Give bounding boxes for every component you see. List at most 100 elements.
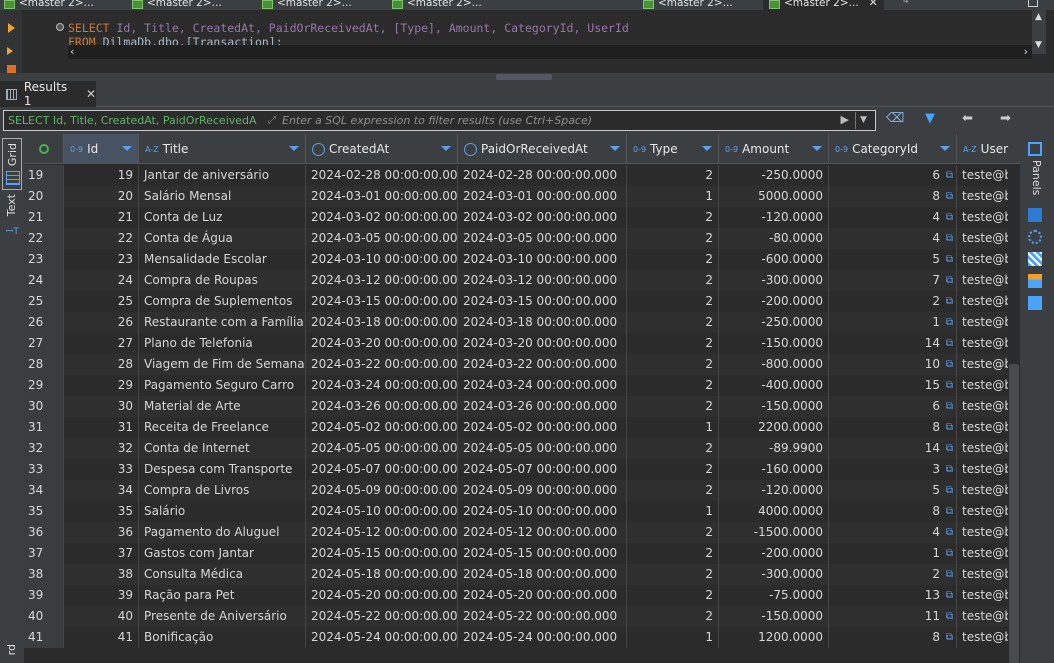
- cell-title[interactable]: Pagamento Seguro Carro: [139, 375, 306, 396]
- cell-amount[interactable]: -300.0000: [719, 564, 829, 585]
- sql-editor[interactable]: SELECT Id, Title, CreatedAt, PaidOrRecei…: [0, 10, 1054, 73]
- sort-icon[interactable]: [940, 146, 950, 151]
- cell-cat[interactable]: 8 ⧉: [829, 627, 957, 648]
- cell-amount[interactable]: -300.0000: [719, 270, 829, 291]
- cell-cat[interactable]: 5 ⧉: [829, 249, 957, 270]
- cell-title[interactable]: Despesa com Transporte: [139, 459, 306, 480]
- cell-created[interactable]: 2024-05-12 00:00:00.000: [306, 522, 458, 543]
- table-row[interactable]: 32 32 Conta de Internet 2024-05-05 00:00:00…: [24, 438, 1020, 459]
- open-reference-icon[interactable]: ⧉: [946, 375, 953, 396]
- column-header-user[interactable]: A-Z User: [957, 134, 1020, 164]
- cell-rn[interactable]: 31: [24, 417, 64, 438]
- cell-id[interactable]: 29: [64, 375, 139, 396]
- cell-cat[interactable]: 4 ⧉: [829, 228, 957, 249]
- cell-paid[interactable]: 2024-03-26 00:00:00.000: [458, 396, 627, 417]
- cell-id[interactable]: 39: [64, 585, 139, 606]
- cell-created[interactable]: 2024-05-02 00:00:00.000: [306, 417, 458, 438]
- sort-icon[interactable]: [610, 146, 620, 151]
- cell-rn[interactable]: 37: [24, 543, 64, 564]
- cell-type[interactable]: 2: [627, 249, 719, 270]
- table-row[interactable]: 22 22 Conta de Água 2024-03-05 00:00:00.000…: [24, 228, 1020, 249]
- open-reference-icon[interactable]: ⧉: [946, 417, 953, 438]
- cell-created[interactable]: 2024-03-20 00:00:00.000: [306, 333, 458, 354]
- cell-id[interactable]: 38: [64, 564, 139, 585]
- cell-title[interactable]: Compra de Roupas: [139, 270, 306, 291]
- cell-type[interactable]: 2: [627, 396, 719, 417]
- cell-created[interactable]: 2024-02-28 00:00:00.000: [306, 165, 458, 186]
- cell-created[interactable]: 2024-05-24 00:00:00.000: [306, 627, 458, 648]
- column-header-createdat[interactable]: CreatedAt: [306, 134, 458, 164]
- cell-amount[interactable]: -1500.0000: [719, 522, 829, 543]
- cell-paid[interactable]: 2024-05-15 00:00:00.000: [458, 543, 627, 564]
- cell-amount[interactable]: -600.0000: [719, 249, 829, 270]
- cell-cat[interactable]: 6 ⧉: [829, 165, 957, 186]
- column-header-amount[interactable]: 0-9 Amount: [719, 134, 829, 164]
- cell-rn[interactable]: 36: [24, 522, 64, 543]
- sort-icon[interactable]: [441, 146, 451, 151]
- cell-created[interactable]: 2024-05-22 00:00:00.000: [306, 606, 458, 627]
- cell-rn[interactable]: 41: [24, 627, 64, 648]
- open-reference-icon[interactable]: ⧉: [946, 564, 953, 585]
- cell-id[interactable]: 24: [64, 270, 139, 291]
- open-reference-icon[interactable]: ⧉: [946, 354, 953, 375]
- open-reference-icon[interactable]: ⧉: [946, 438, 953, 459]
- cell-paid[interactable]: 2024-05-02 00:00:00.000: [458, 417, 627, 438]
- open-reference-icon[interactable]: ⧉: [946, 627, 953, 648]
- cell-paid[interactable]: 2024-05-10 00:00:00.000: [458, 501, 627, 522]
- open-reference-icon[interactable]: ⧉: [946, 249, 953, 270]
- cell-title[interactable]: Gastos com Jantar: [139, 543, 306, 564]
- record-label[interactable]: rd: [5, 644, 18, 655]
- open-reference-icon[interactable]: ⧉: [946, 522, 953, 543]
- open-reference-icon[interactable]: ⧉: [946, 165, 953, 186]
- cell-id[interactable]: 27: [64, 333, 139, 354]
- open-reference-icon[interactable]: ⧉: [946, 228, 953, 249]
- cell-created[interactable]: 2024-03-26 00:00:00.000: [306, 396, 458, 417]
- cell-paid[interactable]: 2024-03-12 00:00:00.000: [458, 270, 627, 291]
- cell-cat[interactable]: 4 ⧉: [829, 207, 957, 228]
- maximize-icon[interactable]: [1028, 0, 1038, 7]
- cell-id[interactable]: 36: [64, 522, 139, 543]
- table-row[interactable]: 40 40 Presente de Aniversário 2024-05-22 00…: [24, 606, 1020, 627]
- cell-id[interactable]: 22: [64, 228, 139, 249]
- filter-input[interactable]: SELECT Id, Title, CreatedAt, PaidOrRecei…: [3, 110, 876, 131]
- cell-type[interactable]: 2: [627, 165, 719, 186]
- cell-title[interactable]: Conta de Internet: [139, 438, 306, 459]
- column-header-id[interactable]: 0-9 Id: [64, 134, 139, 164]
- cell-title[interactable]: Ração para Pet: [139, 585, 306, 606]
- table-row[interactable]: 35 35 Salário 2024-05-10 00:00:00.000 2024-0…: [24, 501, 1020, 522]
- cell-id[interactable]: 21: [64, 207, 139, 228]
- open-reference-icon[interactable]: ⧉: [946, 480, 953, 501]
- cell-rn[interactable]: 25: [24, 291, 64, 312]
- cell-type[interactable]: 2: [627, 375, 719, 396]
- cell-rn[interactable]: 20: [24, 186, 64, 207]
- cell-rn[interactable]: 35: [24, 501, 64, 522]
- calculator-icon[interactable]: [1028, 274, 1042, 288]
- cell-type[interactable]: 2: [627, 522, 719, 543]
- table-row[interactable]: 28 28 Viagem de Fim de Semana 2024-03-22 00…: [24, 354, 1020, 375]
- cell-rn[interactable]: 30: [24, 396, 64, 417]
- cell-amount[interactable]: -80.0000: [719, 228, 829, 249]
- cell-id[interactable]: 20: [64, 186, 139, 207]
- cell-id[interactable]: 40: [64, 606, 139, 627]
- cell-title[interactable]: Consulta Médica: [139, 564, 306, 585]
- cell-paid[interactable]: 2024-03-01 00:00:00.000: [458, 186, 627, 207]
- select-all-icon[interactable]: [38, 144, 49, 154]
- cell-title[interactable]: Pagamento do Aluguel: [139, 522, 306, 543]
- cell-amount[interactable]: -150.0000: [719, 333, 829, 354]
- column-header-categoryid[interactable]: 0-9 CategoryId: [829, 134, 957, 164]
- table-row[interactable]: 34 34 Compra de Livros 2024-05-09 00:00:00.…: [24, 480, 1020, 501]
- row-number-header[interactable]: [24, 134, 64, 164]
- editor-tab[interactable]: <master 2>...: [262, 0, 352, 10]
- grouping-icon[interactable]: [1028, 252, 1042, 266]
- cell-created[interactable]: 2024-05-20 00:00:00.000: [306, 585, 458, 606]
- cell-paid[interactable]: 2024-05-24 00:00:00.000: [458, 627, 627, 648]
- cell-amount[interactable]: -250.0000: [719, 165, 829, 186]
- cell-type[interactable]: 1: [627, 627, 719, 648]
- cell-type[interactable]: 2: [627, 585, 719, 606]
- cell-rn[interactable]: 38: [24, 564, 64, 585]
- cell-cat[interactable]: 5 ⧉: [829, 480, 957, 501]
- cell-id[interactable]: 28: [64, 354, 139, 375]
- open-reference-icon[interactable]: ⧉: [946, 459, 953, 480]
- cell-created[interactable]: 2024-03-02 00:00:00.000: [306, 207, 458, 228]
- open-reference-icon[interactable]: ⧉: [946, 501, 953, 522]
